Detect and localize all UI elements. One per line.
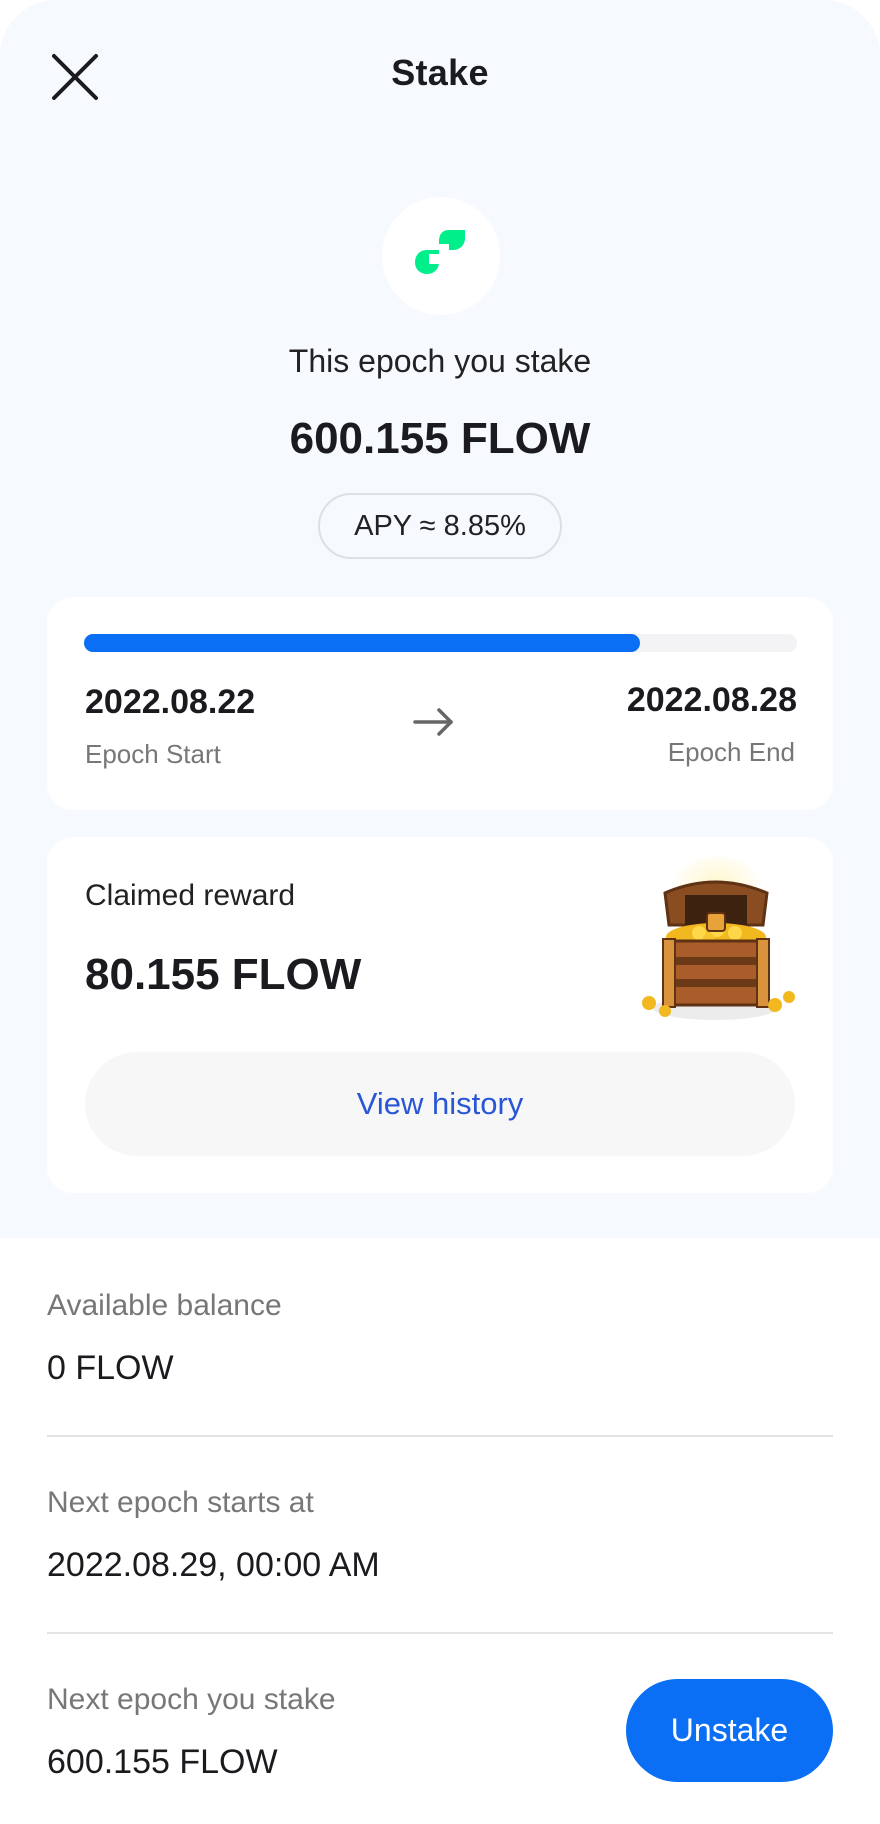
- page-title: Stake: [391, 52, 489, 93]
- arrow-right-icon: [413, 708, 453, 736]
- flow-logo: [382, 197, 500, 315]
- divider: [47, 1435, 833, 1437]
- divider: [47, 1632, 833, 1634]
- stake-amount: 600.155 FLOW: [289, 414, 591, 463]
- epoch-progress-bar: [84, 634, 797, 652]
- unstake-button[interactable]: Unstake: [626, 1679, 833, 1782]
- stake-summary-area: Stake This epoch you stake 600.155 FLOW …: [0, 0, 880, 1238]
- treasure-chest-icon: [642, 857, 795, 1020]
- view-history-button[interactable]: View history: [85, 1052, 795, 1156]
- next-epoch-start-row: Next epoch starts at 2022.08.29, 00:00 A…: [47, 1486, 833, 1585]
- epoch-progress-card: 2022.08.22 Epoch Start 2022.08.28 Epoch …: [47, 597, 833, 810]
- flow-logo-icon: [415, 230, 465, 274]
- apy-badge: APY ≈ 8.85%: [318, 493, 562, 559]
- available-balance-row: Available balance 0 FLOW: [47, 1289, 833, 1388]
- next-epoch-start-value: 2022.08.29, 00:00 AM: [47, 1546, 380, 1584]
- epoch-progress-fill: [84, 634, 641, 652]
- stake-screen: Stake This epoch you stake 600.155 FLOW …: [0, 0, 880, 1824]
- available-balance-value: 0 FLOW: [47, 1349, 174, 1387]
- epoch-start-date: 2022.08.22: [85, 683, 256, 721]
- next-epoch-start-label: Next epoch starts at: [47, 1486, 314, 1519]
- epoch-end-date: 2022.08.28: [626, 681, 797, 719]
- epoch-stake-label: This epoch you stake: [288, 343, 592, 379]
- epoch-start-label: Epoch Start: [85, 739, 221, 769]
- epoch-end-label: Epoch End: [667, 737, 795, 767]
- available-balance-label: Available balance: [47, 1289, 282, 1322]
- claimed-reward-card: Claimed reward 80.155 FLOW View history: [47, 837, 833, 1193]
- claimed-reward-amount: 80.155 FLOW: [85, 950, 362, 999]
- claimed-reward-label: Claimed reward: [85, 879, 296, 912]
